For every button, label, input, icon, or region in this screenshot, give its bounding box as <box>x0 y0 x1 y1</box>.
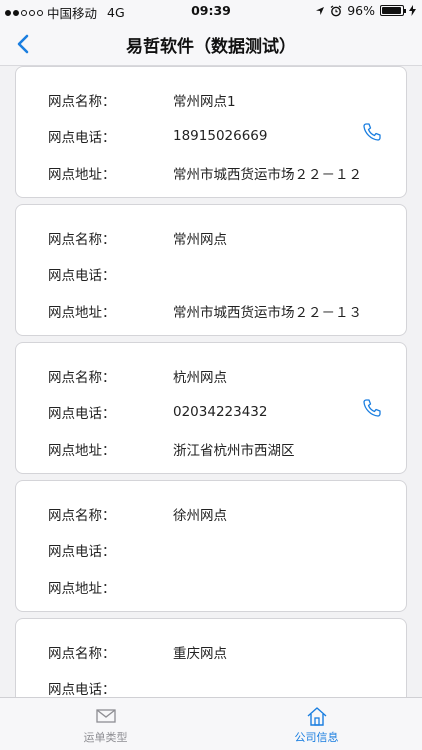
branch-phone-label: 网点电话： <box>48 682 116 697</box>
tab-waybill-type[interactable]: 运单类型 <box>0 698 211 750</box>
branch-name-label: 网点名称： <box>48 508 116 524</box>
branch-card[interactable]: 网点名称： 杭州网点 网点电话： 02034223432 网点地址： 浙江省杭州市西湖… <box>15 342 407 474</box>
branch-list[interactable]: 网点名称： 常州网点1 网点电话： 18915026669 网点地址： 常州市城西货运… <box>0 66 422 697</box>
branch-address: 常州市城西货运市场２２－１３ <box>173 305 362 321</box>
branch-card[interactable]: 网点名称：重庆网点 网点电话： 网点地址： <box>15 618 407 697</box>
page-title: 易哲软件（数据测试） <box>126 37 296 57</box>
envelope-icon <box>96 709 116 723</box>
branch-phone: 18915026669 <box>173 128 268 144</box>
branch-name: 常州网点1 <box>173 94 236 110</box>
branch-name: 常州网点 <box>173 232 227 248</box>
branch-name: 徐州网点 <box>173 508 227 524</box>
branch-card[interactable]: 网点名称： 徐州网点 网点电话： 网点地址： <box>15 480 407 612</box>
branch-name-label: 网点名称： <box>48 94 116 110</box>
home-icon <box>307 707 327 726</box>
branch-phone: 02034223432 <box>173 404 268 420</box>
tab-label: 公司信息 <box>294 731 339 744</box>
branch-address: 常州市城西货运市场２２－１２ <box>173 167 362 183</box>
branch-name: 杭州网点 <box>173 370 227 386</box>
tab-company-info[interactable]: 公司信息 <box>211 698 422 750</box>
branch-name: 重庆网点 <box>173 646 227 662</box>
branch-address-label: 网点地址： <box>48 443 116 459</box>
branch-address-label: 网点地址： <box>48 305 116 321</box>
branch-card[interactable]: 网点名称： 常州网点 网点电话： 网点地址： 常州市城西货运市场２２－１３ <box>15 204 407 336</box>
tab-label: 运单类型 <box>83 731 128 744</box>
branch-name-label: 网点名称： <box>48 232 116 248</box>
battery-percent: 96% <box>347 3 375 18</box>
branch-name-label: 网点名称： <box>48 646 116 662</box>
branch-phone-label: 网点电话： <box>48 406 116 422</box>
branch-address-label: 网点地址： <box>48 167 116 183</box>
branch-name-label: 网点名称： <box>48 370 116 386</box>
status-bar: 中国移动 4G 09:39 96% <box>0 0 422 22</box>
phone-icon[interactable] <box>361 397 383 419</box>
tab-bar: 运单类型 公司信息 <box>0 697 422 750</box>
branch-phone-label: 网点电话： <box>48 130 116 146</box>
branch-address-label: 网点地址： <box>48 581 116 597</box>
branch-phone-label: 网点电话： <box>48 544 116 560</box>
branch-card[interactable]: 网点名称： 常州网点1 网点电话： 18915026669 网点地址： 常州市城西货运… <box>15 66 407 198</box>
navigation-bar: 易哲软件（数据测试） <box>0 22 422 66</box>
charging-icon <box>409 5 416 16</box>
location-icon <box>316 6 325 15</box>
branch-phone-label: 网点电话： <box>48 268 116 284</box>
phone-icon[interactable] <box>361 121 383 143</box>
alarm-icon <box>330 4 342 16</box>
battery-icon <box>380 5 406 16</box>
branch-address: 浙江省杭州市西湖区 <box>173 443 295 459</box>
